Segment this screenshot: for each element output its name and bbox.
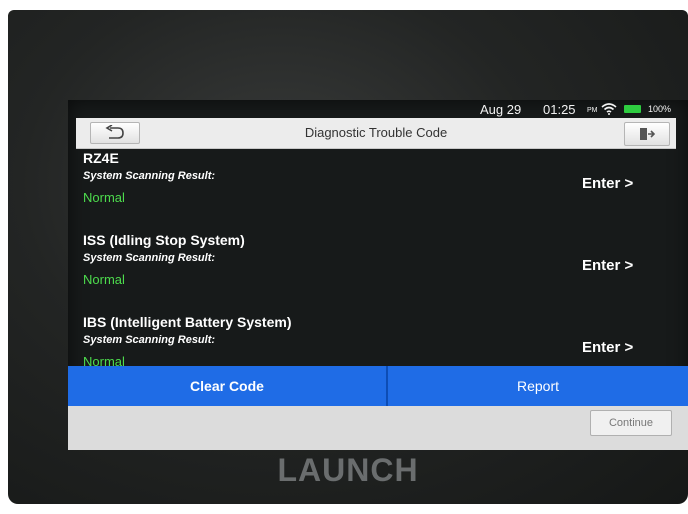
action-bar: Clear Code Report	[68, 366, 688, 406]
clear-code-button[interactable]: Clear Code	[68, 366, 386, 406]
system-item-rz4e: RZ4E System Scanning Result: Normal Ente…	[68, 150, 688, 230]
scan-tool-device: Aug 29 01:25 PM 100% Diagnostic Trouble …	[8, 10, 688, 504]
exit-icon	[640, 128, 655, 140]
system-name: IBS (Intelligent Battery System)	[83, 314, 292, 330]
enter-button[interactable]: Enter >	[582, 257, 633, 274]
status-time: 01:25	[543, 102, 576, 117]
status-ampm: PM	[587, 107, 598, 114]
system-list: RZ4E System Scanning Result: Normal Ente…	[68, 150, 688, 368]
scan-result-label: System Scanning Result:	[83, 334, 216, 346]
battery-icon	[624, 105, 641, 113]
launch-logo: LAUNCH	[277, 452, 419, 488]
scan-result-label: System Scanning Result:	[83, 252, 216, 264]
scan-result-label: System Scanning Result:	[83, 170, 216, 182]
exit-button[interactable]	[624, 122, 670, 146]
wifi-icon	[601, 103, 617, 115]
system-name: ISS (Idling Stop System)	[83, 232, 245, 248]
system-name: RZ4E	[83, 150, 119, 166]
report-button[interactable]: Report	[388, 366, 688, 406]
status-bar: Aug 29 01:25 PM 100%	[68, 100, 688, 118]
enter-button[interactable]: Enter >	[582, 339, 633, 356]
footer-bar: Continue	[68, 406, 688, 450]
enter-button[interactable]: Enter >	[582, 175, 633, 192]
scan-result-status: Normal	[83, 190, 125, 205]
title-bar: Diagnostic Trouble Code	[76, 118, 676, 149]
system-item-iss: ISS (Idling Stop System) System Scanning…	[68, 232, 688, 312]
page-title: Diagnostic Trouble Code	[304, 125, 448, 140]
continue-button[interactable]: Continue	[590, 410, 672, 436]
status-date: Aug 29	[480, 102, 522, 117]
system-item-ibs: IBS (Intelligent Battery System) System …	[68, 314, 688, 368]
device-screen: Aug 29 01:25 PM 100% Diagnostic Trouble …	[68, 100, 688, 450]
scan-result-status: Normal	[83, 272, 125, 287]
battery-percent: 100%	[648, 104, 672, 114]
